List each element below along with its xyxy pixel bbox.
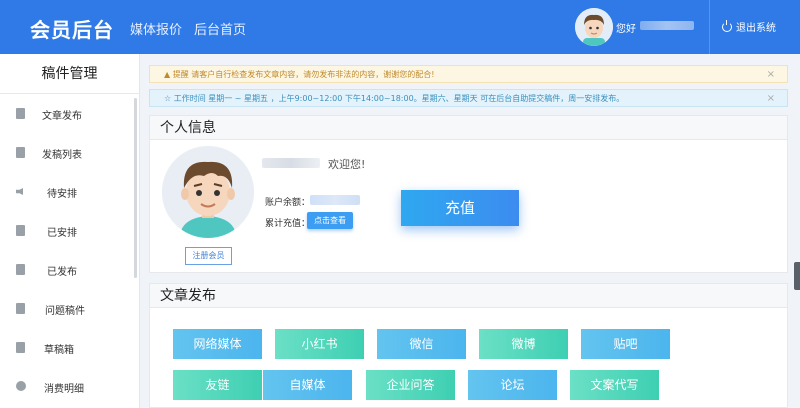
warning-document-icon: [16, 303, 25, 314]
sidebar-item-expense-details[interactable]: 消费明细: [0, 379, 135, 399]
sidebar-item-label: 文章发布: [42, 111, 82, 122]
category-xiaohongshu-button[interactable]: 小红书: [275, 329, 364, 359]
user-avatar[interactable]: [575, 8, 613, 46]
sidebar-item-label: 已安排: [47, 228, 77, 239]
category-copywriting-button[interactable]: 文案代写: [570, 370, 659, 400]
warning-icon: ▲: [164, 70, 173, 79]
info-alert: ☆ 工作时间 星期一 ~ 星期五 ，上午9:00~12:00 下午14:00~1…: [149, 89, 788, 107]
logout-label: 退出系统: [736, 23, 776, 34]
sidebar-item-label: 已发布: [47, 267, 77, 278]
greeting-text: 您好: [616, 24, 636, 35]
power-icon: [722, 20, 732, 32]
category-weibo-button[interactable]: 微博: [479, 329, 568, 359]
warning-text: 提醒 请客户自行检查发布文章内容，请勿发布非法的内容，谢谢您的配合!: [172, 70, 435, 79]
sidebar-item-problem[interactable]: 问题稿件: [0, 301, 135, 321]
header-divider: [709, 0, 710, 54]
sidebar-item-published[interactable]: 已发布: [0, 262, 135, 282]
info-text: 工作时间 星期一 ~ 星期五 ，上午9:00~12:00 下午14:00~18:…: [173, 94, 625, 103]
sidebar-item-pending[interactable]: 待安排: [0, 184, 135, 204]
app-logo[interactable]: 会员后台: [30, 14, 114, 43]
username-redacted: [262, 158, 320, 168]
sidebar-title: 稿件管理: [0, 54, 139, 94]
category-wechat-button[interactable]: 微信: [377, 329, 466, 359]
total-recharge-label: 累计充值：: [265, 219, 311, 229]
balance-redacted: [310, 195, 360, 205]
category-tieba-button[interactable]: 贴吧: [581, 329, 670, 359]
register-member-button[interactable]: 注册会员: [185, 247, 232, 265]
close-icon[interactable]: ×: [767, 90, 775, 108]
sidebar-item-label: 待安排: [47, 189, 77, 200]
warning-alert: ▲ 提醒 请客户自行检查发布文章内容，请勿发布非法的内容，谢谢您的配合! ×: [149, 65, 788, 83]
view-details-button[interactable]: 点击查看: [307, 212, 353, 229]
panel-title: 个人信息: [150, 116, 787, 140]
sidebar-item-label: 发稿列表: [42, 150, 82, 161]
side-float-tab[interactable]: [794, 262, 800, 290]
category-self-media-button[interactable]: 自媒体: [263, 370, 352, 400]
profile-avatar: [162, 146, 254, 238]
balance-label: 账户余额：: [265, 198, 311, 208]
welcome-text: 欢迎您!: [328, 158, 366, 171]
panel-title: 文章发布: [150, 284, 787, 308]
sidebar-item-drafts[interactable]: 草稿箱: [0, 340, 135, 360]
username-redacted: [640, 21, 694, 30]
logout-button[interactable]: 退出系统: [722, 19, 776, 34]
category-online-media-button[interactable]: 网络媒体: [173, 329, 262, 359]
category-friend-links-button[interactable]: 友链: [173, 370, 262, 400]
sidebar: 稿件管理 文章发布 发稿列表 待安排 已安排 已发布 问题稿件 草稿箱 消费明细: [0, 54, 140, 408]
sidebar-item-arranged[interactable]: 已安排: [0, 223, 135, 243]
avatar-icon: [575, 8, 613, 46]
drafts-icon: [16, 342, 25, 353]
list-icon: [16, 147, 25, 158]
sidebar-item-publish-article[interactable]: 文章发布: [0, 106, 135, 126]
speaker-icon: [16, 188, 23, 195]
sidebar-item-submission-list[interactable]: 发稿列表: [0, 145, 135, 165]
gear-document-icon: [16, 225, 25, 236]
sidebar-item-label: 问题稿件: [45, 306, 85, 317]
sidebar-item-label: 消费明细: [44, 384, 84, 395]
document-icon: [16, 264, 25, 275]
personal-info-panel: 个人信息 注册会员 欢迎您! 账户余额： 累计充值： 点击查看 充值: [149, 115, 788, 273]
coin-icon: [16, 381, 26, 391]
nav-media-price[interactable]: 媒体报价: [130, 19, 182, 38]
nav-dashboard-home[interactable]: 后台首页: [194, 19, 246, 38]
avatar-icon: [162, 146, 254, 238]
article-publish-panel: 文章发布 网络媒体 小红书 微信 微博 贴吧 友链 自媒体 企业问答 论坛 文案…: [149, 283, 788, 408]
category-enterprise-qa-button[interactable]: 企业问答: [366, 370, 455, 400]
star-icon: ☆: [164, 94, 174, 103]
sidebar-item-label: 草稿箱: [44, 345, 74, 356]
close-icon[interactable]: ×: [767, 66, 775, 84]
recharge-button[interactable]: 充值: [401, 190, 519, 226]
category-forum-button[interactable]: 论坛: [468, 370, 557, 400]
top-header: 会员后台 媒体报价 后台首页 您好 退出系统: [0, 0, 800, 54]
document-icon: [16, 108, 25, 119]
